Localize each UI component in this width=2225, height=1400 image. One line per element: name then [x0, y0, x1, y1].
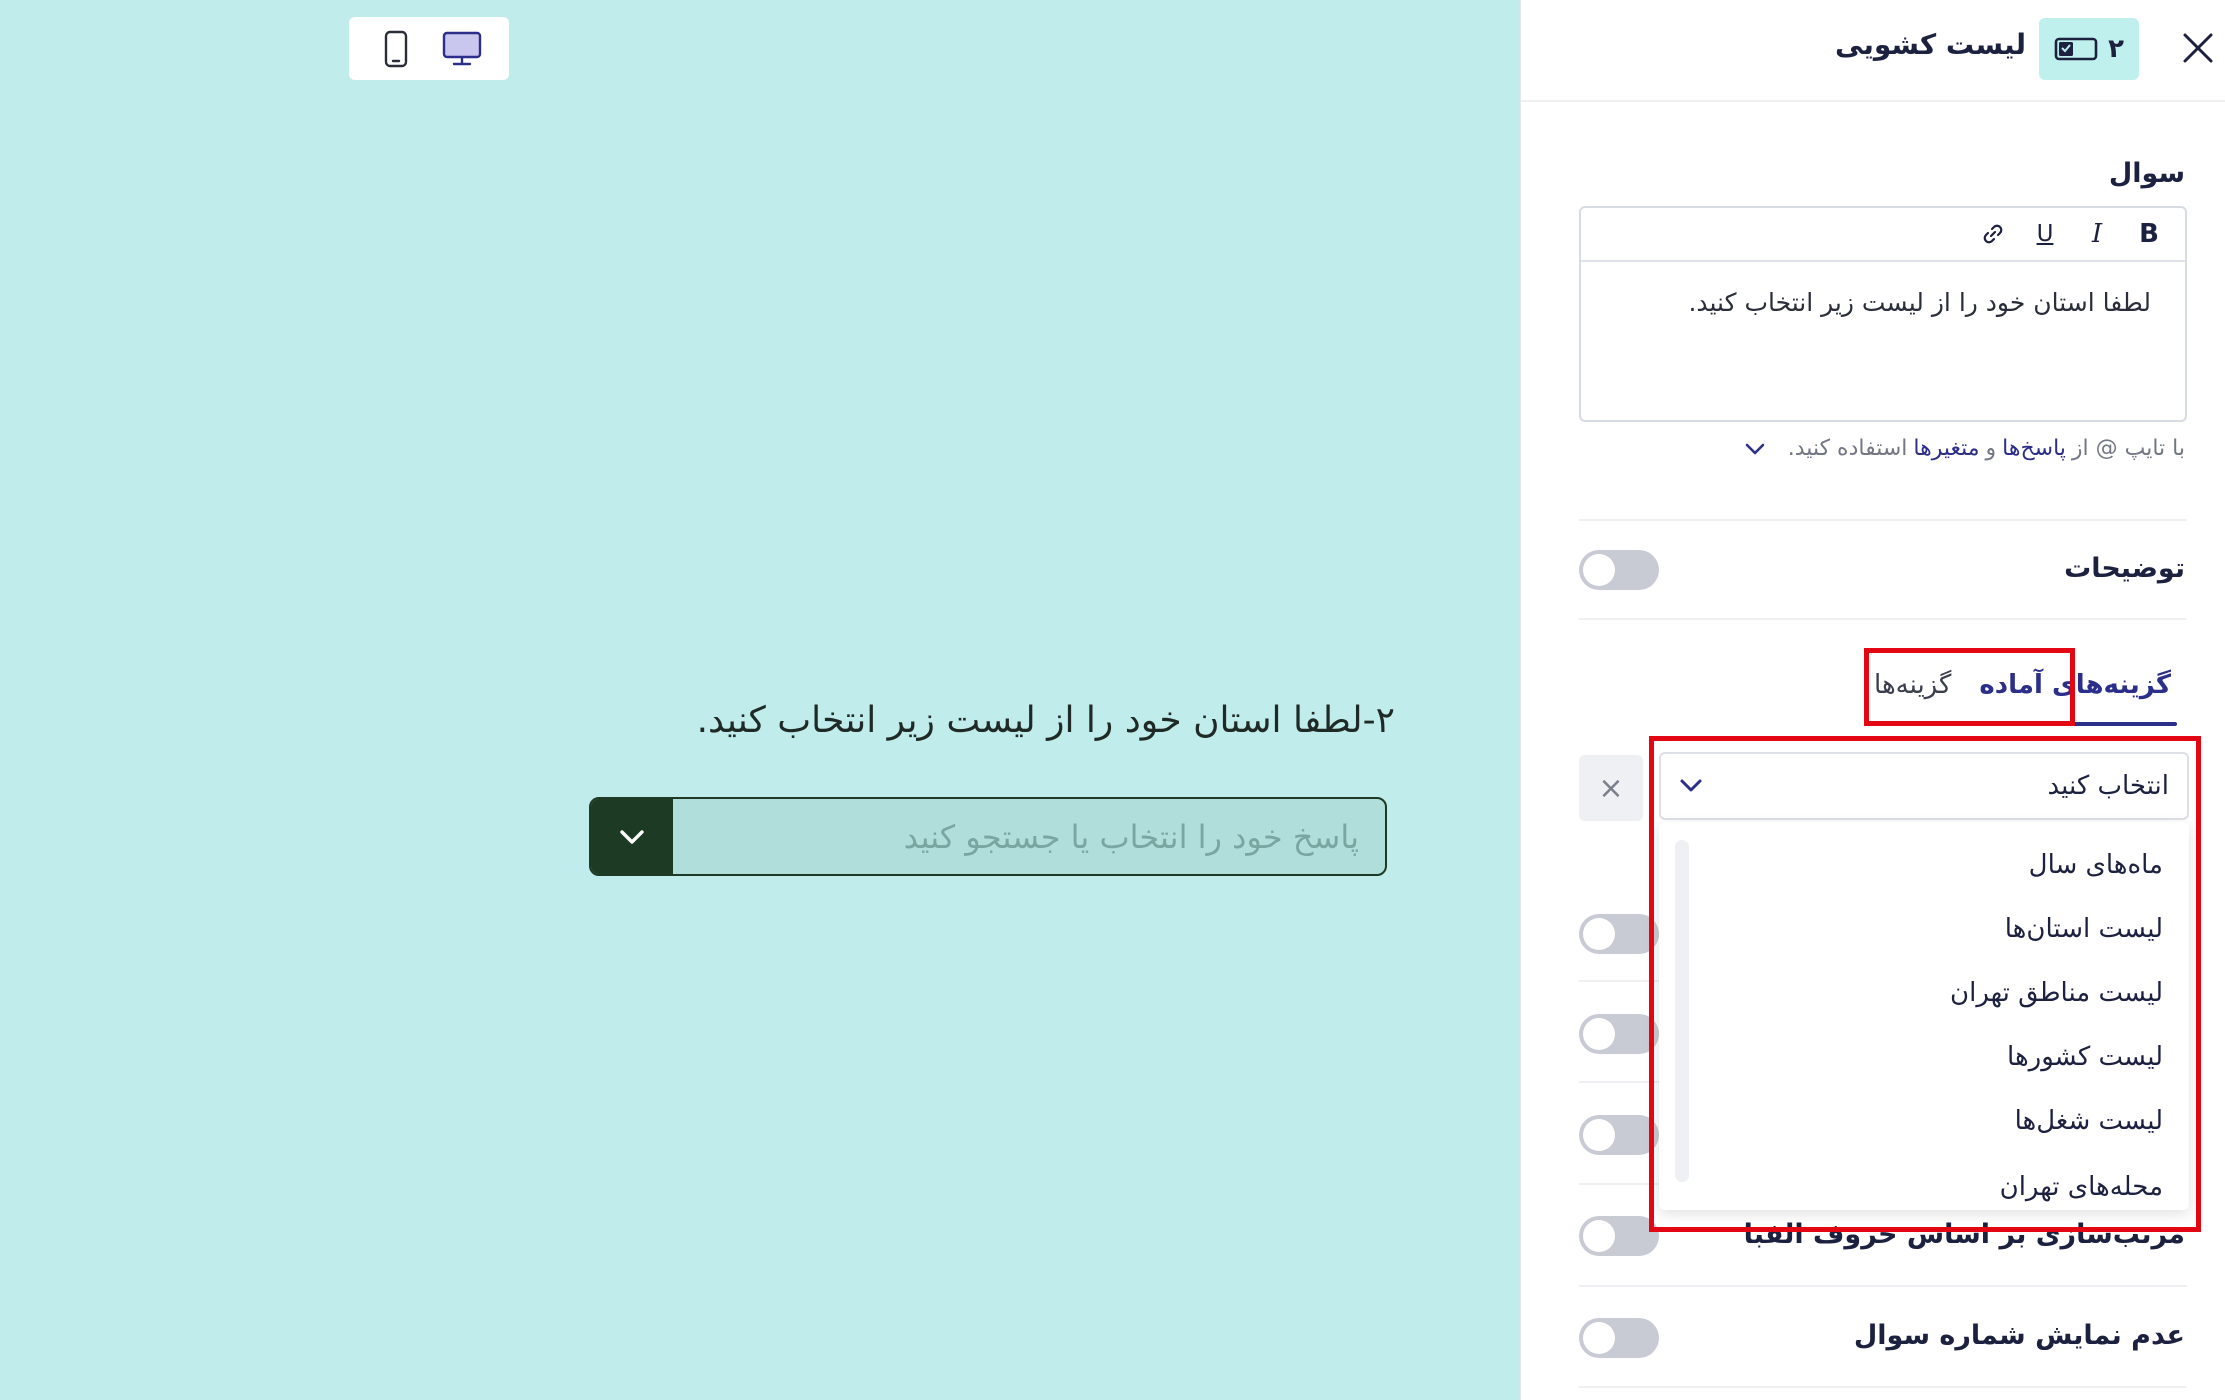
setting-toggle-3[interactable]: [1579, 1115, 1659, 1155]
clear-select-button[interactable]: ×: [1579, 755, 1643, 821]
close-icon: [2183, 33, 2213, 63]
editor-toolbar: B I U: [1581, 208, 2185, 262]
divider: [1579, 1386, 2187, 1388]
tab-preset-options[interactable]: گزینه‌های آماده: [1965, 660, 2185, 726]
hint-prefix: با تایپ @ از: [2071, 436, 2185, 461]
editor-panel: ۲ لیست کشویی سوال B I U لطفا استان خود ر…: [1520, 0, 2225, 1400]
preset-option[interactable]: لیست کشورها: [2007, 1042, 2163, 1072]
description-toggle[interactable]: [1579, 550, 1659, 590]
mobile-icon: [384, 30, 408, 67]
answer-dropdown[interactable]: پاسخ خود را انتخاب یا جستجو کنید: [589, 797, 1387, 876]
hint-conj: و: [1985, 436, 1997, 461]
preset-option[interactable]: لیست مناطق تهران: [1950, 978, 2163, 1008]
variables-link[interactable]: متغیرها: [1913, 436, 1979, 461]
chevron-down-icon[interactable]: [1742, 440, 1768, 458]
preset-option[interactable]: ماه‌های سال: [2029, 850, 2163, 880]
question-editor-text[interactable]: لطفا استان خود را از لیست زیر انتخاب کنی…: [1581, 262, 2185, 343]
underline-button[interactable]: U: [2029, 218, 2061, 250]
desktop-icon: [442, 31, 482, 65]
preset-option[interactable]: لیست استان‌ها: [2005, 914, 2163, 944]
description-label: توضیحات: [2064, 553, 2185, 584]
answer-dropdown-toggle[interactable]: [591, 799, 673, 874]
divider: [1579, 519, 2187, 521]
hide-question-number-toggle[interactable]: [1579, 1318, 1659, 1358]
preview-area: ۲-لطفا استان خود را از لیست زیر انتخاب ک…: [0, 0, 1520, 1400]
sort-alphabetical-toggle[interactable]: [1579, 1216, 1659, 1256]
question-editor[interactable]: B I U لطفا استان خود را از لیست زیر انتخ…: [1579, 206, 2187, 422]
close-button[interactable]: [2176, 26, 2220, 70]
question-type-badge: ۲: [2039, 18, 2139, 80]
chevron-down-icon: [1680, 779, 1702, 792]
link-icon: [1983, 224, 2003, 244]
device-switch: [349, 17, 509, 80]
link-button[interactable]: [1977, 218, 2009, 250]
answers-link[interactable]: پاسخ‌ها: [2002, 436, 2066, 461]
sort-alphabetical-label: مرتب‌سازی بر اساس حروف الفبا: [1743, 1219, 2185, 1250]
preset-select[interactable]: انتخاب کنید: [1659, 752, 2189, 820]
divider: [1579, 1285, 2187, 1287]
hide-question-number-label: عدم نمایش شماره سوال: [1853, 1320, 2185, 1351]
options-tabs: گزینه‌ها گزینه‌های آماده: [1860, 650, 2185, 726]
preset-option[interactable]: محله‌های تهران: [2000, 1172, 2163, 1202]
italic-button[interactable]: I: [2081, 218, 2113, 250]
question-text: لطفا استان خود را از لیست زیر انتخاب کنی…: [696, 700, 1363, 741]
dropdown-scrollbar[interactable]: [1675, 840, 1689, 1182]
badge-number: ۲: [2108, 34, 2124, 64]
tab-options[interactable]: گزینه‌ها: [1860, 660, 1965, 710]
panel-header: ۲ لیست کشویی: [1521, 0, 2225, 102]
preset-select-value: انتخاب کنید: [2047, 771, 2169, 801]
preset-select-toggle[interactable]: [1661, 777, 1721, 795]
preview-question: ۲-لطفا استان خود را از لیست زیر انتخاب ک…: [600, 700, 1395, 741]
answer-placeholder[interactable]: پاسخ خود را انتخاب یا جستجو کنید: [673, 799, 1385, 874]
divider: [1579, 618, 2187, 620]
preset-options-dropdown: ماه‌های سال لیست استان‌ها لیست مناطق تهر…: [1659, 822, 2189, 1210]
chevron-down-icon: [620, 829, 644, 844]
mobile-view-button[interactable]: [368, 24, 424, 74]
desktop-view-button[interactable]: [434, 24, 490, 74]
panel-title: لیست کشویی: [1835, 28, 2026, 61]
hint-suffix: استفاده کنید.: [1787, 436, 1908, 461]
setting-toggle-2[interactable]: [1579, 1014, 1659, 1054]
variables-hint: با تایپ @ از پاسخ‌ها و متغیرها استفاده ک…: [1742, 436, 2185, 461]
question-number: ۲-: [1362, 700, 1395, 741]
setting-toggle-1[interactable]: [1579, 914, 1659, 954]
question-label: سوال: [2108, 158, 2185, 189]
dropdown-type-icon: [2054, 37, 2098, 61]
preset-option[interactable]: لیست شغل‌ها: [2015, 1106, 2163, 1136]
bold-button[interactable]: B: [2133, 218, 2165, 250]
